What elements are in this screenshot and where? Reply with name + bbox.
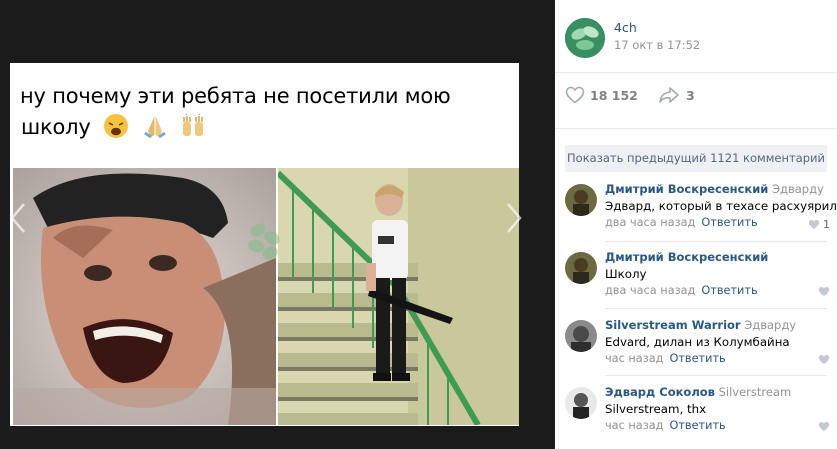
comment-reply-link[interactable]: Ответить xyxy=(669,419,725,432)
comment-text: Edvard, дилан из Колумбайна xyxy=(605,335,790,349)
comment-header: Silverstream Warrior Эдварду xyxy=(605,318,796,332)
comment-item: Дмитрий Воскресенский Эдварду Эдвард, ко… xyxy=(565,182,837,242)
comment-reply-link[interactable]: Ответить xyxy=(701,216,757,229)
comment-reply-link[interactable]: Ответить xyxy=(701,284,757,297)
comment-reply-to[interactable]: Эдварду xyxy=(744,318,796,332)
heart-icon xyxy=(808,220,820,229)
divider xyxy=(605,308,827,309)
comment-text: Школу xyxy=(605,267,647,281)
comment-meta: час назад Ответить xyxy=(605,419,726,432)
post-date[interactable]: 17 окт в 17:52 xyxy=(614,38,700,52)
comment-header: Дмитрий Воскресенский xyxy=(605,250,768,264)
comment-time[interactable]: два часа назад xyxy=(605,216,695,229)
heart-icon xyxy=(818,355,830,364)
photo-viewer[interactable]: ну почему эти ребята не посетили мою шко… xyxy=(0,0,555,449)
comment-item: Эдвард Соколов Silverstream Silverstream… xyxy=(565,385,830,445)
heart-icon xyxy=(565,86,585,104)
share-arrow-icon xyxy=(659,87,679,103)
next-photo-arrow-icon[interactable] xyxy=(502,200,526,236)
folded-hands-emoji xyxy=(143,116,166,139)
comment-item: Дмитрий Воскресенский Школу два часа наз… xyxy=(565,250,830,310)
like-button[interactable]: 18 152 xyxy=(565,84,638,106)
post-actions: 18 152 3 xyxy=(565,84,825,108)
comment-like-button[interactable]: 1 xyxy=(808,218,830,231)
weary-face-emoji xyxy=(104,114,129,138)
meme-caption-line2: школу xyxy=(21,115,91,139)
comment-meta: час назад Ответить xyxy=(605,352,726,365)
raising-hands-emoji xyxy=(183,113,204,136)
author-name[interactable]: 4ch xyxy=(614,20,637,35)
comment-author[interactable]: Дмитрий Воскресенский xyxy=(605,182,768,196)
meme-caption-line1: ну почему эти ребята не посетили мою xyxy=(20,84,451,108)
photo-screaming-man xyxy=(13,168,276,425)
share-count: 3 xyxy=(686,87,695,103)
photo-man-on-stairs xyxy=(278,168,519,425)
comment-time[interactable]: час назад xyxy=(605,352,663,365)
commenter-avatar[interactable] xyxy=(565,252,597,284)
heart-icon xyxy=(818,287,830,296)
watermark-leaf-icon xyxy=(248,223,280,260)
commenter-avatar[interactable] xyxy=(565,320,597,352)
commenter-avatar[interactable] xyxy=(565,184,597,216)
share-button[interactable]: 3 xyxy=(658,84,695,106)
comment-time[interactable]: два часа назад xyxy=(605,284,695,297)
comment-meta: два часа назад Ответить xyxy=(605,284,758,297)
comment-text: Silverstream, thx xyxy=(605,402,707,416)
comment-reply-link[interactable]: Ответить xyxy=(669,352,725,365)
comment-author[interactable]: Silverstream Warrior xyxy=(605,318,741,332)
meme-caption: ну почему эти ребята не посетили мою шко… xyxy=(20,81,515,143)
comment-reply-to[interactable]: Эдварду xyxy=(772,182,824,196)
comment-header: Дмитрий Воскресенский Эдварду xyxy=(605,182,824,196)
commenter-avatar[interactable] xyxy=(565,387,597,419)
prev-photo-arrow-icon[interactable] xyxy=(6,200,30,236)
divider xyxy=(555,128,837,129)
meme-image: ну почему эти ребята не посетили мою шко… xyxy=(10,63,519,426)
comment-reply-to[interactable]: Silverstream xyxy=(719,385,792,399)
comment-like-button[interactable] xyxy=(818,354,830,365)
divider xyxy=(605,375,827,376)
comment-like-button[interactable] xyxy=(818,286,830,297)
comment-like-count: 1 xyxy=(823,218,830,231)
show-previous-comments-button[interactable]: Показать предыдущий 1121 комментарий xyxy=(565,145,827,172)
comment-author[interactable]: Дмитрий Воскресенский xyxy=(605,250,768,264)
comment-time[interactable]: час назад xyxy=(605,419,663,432)
post-sidebar: 4ch 17 окт в 17:52 18 152 3 Показать пре… xyxy=(555,0,837,449)
comment-text: Эдвард, который в техасе расхуярил xyxy=(605,199,837,213)
comment-meta: два часа назад Ответить xyxy=(605,216,758,229)
like-count: 18 152 xyxy=(590,87,638,103)
divider xyxy=(605,241,827,242)
comment-like-button[interactable] xyxy=(818,421,830,432)
heart-icon xyxy=(818,422,830,431)
divider xyxy=(555,72,837,73)
vk-photo-viewer: ну почему эти ребята не посетили мою шко… xyxy=(0,0,837,449)
comment-header: Эдвард Соколов Silverstream xyxy=(605,385,791,399)
comment-author[interactable]: Эдвард Соколов xyxy=(605,385,715,399)
author-avatar[interactable] xyxy=(565,18,605,58)
post-author[interactable]: 4ch 17 окт в 17:52 xyxy=(565,16,825,60)
comment-item: Silverstream Warrior Эдварду Edvard, дил… xyxy=(565,318,830,378)
